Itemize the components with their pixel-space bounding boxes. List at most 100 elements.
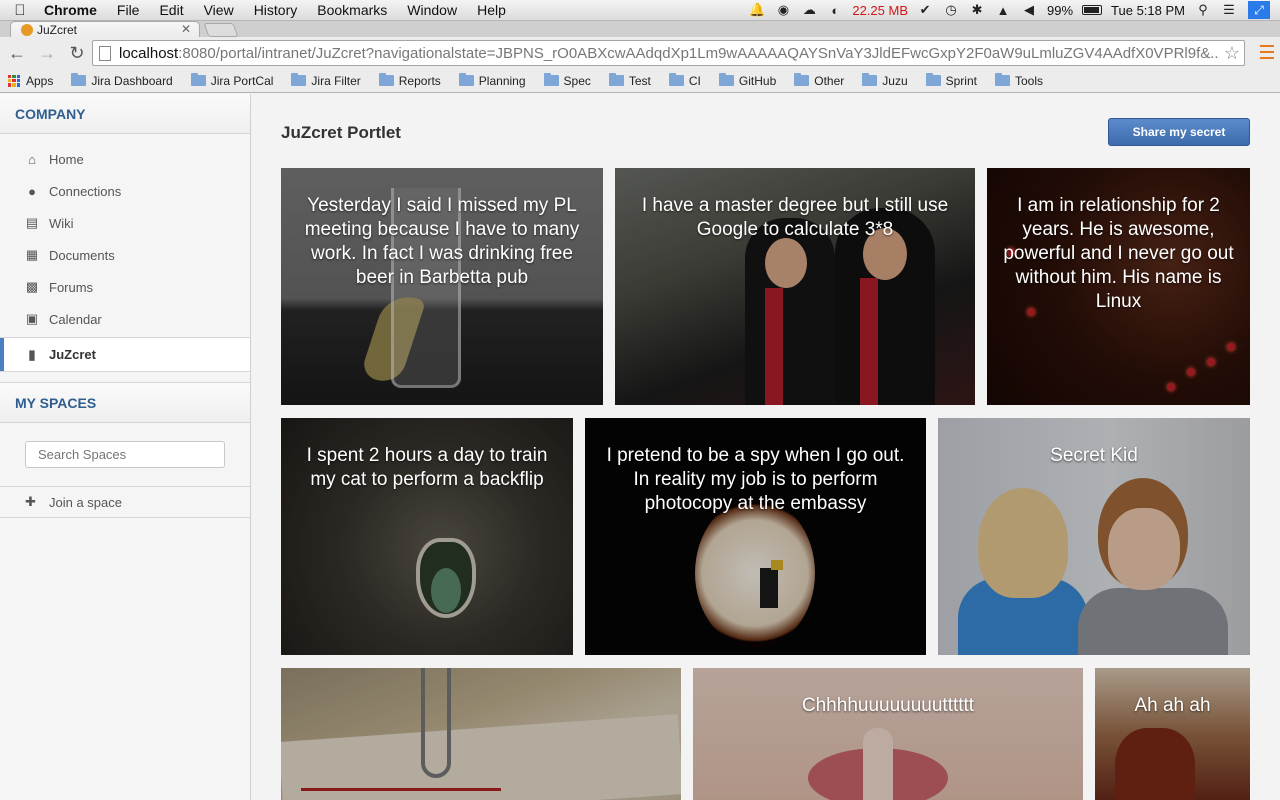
bluetooth-icon[interactable]: ✱ bbox=[969, 2, 985, 17]
folder-icon bbox=[994, 73, 1010, 86]
secret-text: I pretend to be a spy when I go out. In … bbox=[606, 445, 905, 514]
bookmark-folder[interactable]: Planning bbox=[458, 73, 526, 88]
menu-app[interactable]: Chrome bbox=[40, 2, 107, 18]
secret-card[interactable]: Ah ah ah bbox=[1095, 668, 1250, 800]
secret-card[interactable]: I pretend to be a spy when I go out. In … bbox=[585, 418, 926, 655]
skype-icon[interactable]: ◉ bbox=[775, 2, 791, 17]
new-tab-button[interactable] bbox=[203, 23, 239, 37]
chrome-menu-icon[interactable] bbox=[1260, 45, 1274, 59]
secret-text: I spent 2 hours a day to train my cat to… bbox=[306, 445, 548, 490]
address-bar[interactable]: localhost:8080/portal/intranet/JuZcret?n… bbox=[92, 40, 1245, 66]
secret-card[interactable]: I am in relationship for 2 years. He is … bbox=[987, 168, 1250, 405]
secret-card[interactable]: I spent 2 hours a day to train my cat to… bbox=[281, 418, 573, 655]
bookmark-folder[interactable]: Jira Filter bbox=[291, 73, 361, 88]
secret-text: Secret Kid bbox=[1050, 445, 1138, 466]
reload-icon[interactable]: ↻ bbox=[64, 40, 90, 66]
bookmark-folder[interactable]: Sprint bbox=[925, 73, 977, 88]
folder-icon bbox=[925, 73, 941, 86]
bookmark-folder[interactable]: Test bbox=[608, 73, 651, 88]
page-title: JuZcret Portlet bbox=[281, 123, 401, 142]
spotlight-icon[interactable]: ⚲ bbox=[1195, 2, 1211, 17]
folder-icon bbox=[190, 73, 206, 86]
check-icon[interactable]: ✔ bbox=[917, 2, 933, 17]
bookmark-folder[interactable]: Jira PortCal bbox=[190, 73, 273, 88]
menu-history[interactable]: History bbox=[244, 2, 308, 18]
secret-text: Yesterday I said I missed my PL meeting … bbox=[304, 195, 580, 288]
folder-icon bbox=[71, 73, 87, 86]
join-space-label: Join a space bbox=[49, 494, 122, 510]
secret-card[interactable]: Chhhhuuuuuuuutttttt bbox=[693, 668, 1083, 800]
menu-bookmarks[interactable]: Bookmarks bbox=[307, 2, 397, 18]
apple-icon[interactable]:  bbox=[0, 2, 40, 19]
folder-icon bbox=[608, 73, 624, 86]
memory-readout[interactable]: 22.25 MB bbox=[852, 3, 908, 18]
menu-help[interactable]: Help bbox=[467, 2, 516, 18]
secret-text: I am in relationship for 2 years. He is … bbox=[1003, 195, 1234, 312]
bell-icon[interactable]: 🔔 bbox=[749, 2, 765, 17]
wifi-icon[interactable]: ▲ bbox=[995, 3, 1011, 18]
menu-view[interactable]: View bbox=[194, 2, 244, 18]
tab-strip: JuZcret ✕ bbox=[0, 21, 1280, 37]
folder-icon bbox=[458, 73, 474, 86]
volume-icon[interactable]: ◀ bbox=[1021, 2, 1037, 17]
bookmark-folder[interactable]: Other bbox=[794, 73, 844, 88]
folder-icon bbox=[543, 73, 559, 86]
company-header: COMPANY bbox=[0, 94, 250, 134]
menu-window[interactable]: Window bbox=[397, 2, 467, 18]
speed-icon[interactable]: ◐ bbox=[827, 3, 843, 18]
my-spaces-header: MY SPACES bbox=[0, 383, 250, 423]
menu-file[interactable]: File bbox=[107, 2, 150, 18]
sidebar-item-documents[interactable]: ▦ Documents bbox=[0, 239, 250, 271]
document-icon: ▮ bbox=[28, 346, 36, 362]
forward-arrow-icon[interactable]: → bbox=[34, 40, 60, 66]
clock[interactable]: Tue 5:18 PM bbox=[1111, 3, 1185, 18]
secret-text: I have a master degree but I still use G… bbox=[641, 195, 949, 240]
sidebar-item-label: JuZcret bbox=[49, 347, 96, 362]
battery-percent[interactable]: 99% bbox=[1047, 3, 1073, 18]
bookmark-folder[interactable]: Tools bbox=[994, 73, 1043, 88]
folder-icon: ▦ bbox=[25, 247, 39, 262]
star-icon[interactable]: ☆ bbox=[1219, 43, 1240, 64]
sidebar-item-forums[interactable]: ▩ Forums bbox=[0, 271, 250, 303]
main-content: JuZcret Portlet Share my secret Yesterda… bbox=[251, 94, 1280, 800]
resize-icon[interactable]: ⤢ bbox=[1248, 1, 1270, 19]
sidebar-item-label: Calendar bbox=[49, 311, 102, 327]
book-icon: ▤ bbox=[25, 215, 39, 230]
close-icon[interactable]: ✕ bbox=[181, 22, 191, 36]
home-icon: ⌂ bbox=[28, 151, 36, 167]
list-icon[interactable]: ☰ bbox=[1221, 2, 1237, 17]
bookmark-apps[interactable]: Apps bbox=[8, 74, 53, 88]
os-menubar:  Chrome File Edit View History Bookmark… bbox=[0, 0, 1280, 21]
secret-card[interactable]: Yesterday I said I missed my PL meeting … bbox=[281, 168, 603, 405]
cloud-icon[interactable]: ☁ bbox=[801, 2, 817, 17]
browser-tab[interactable]: JuZcret ✕ bbox=[10, 21, 200, 37]
folder-icon bbox=[794, 73, 810, 86]
bookmark-folder[interactable]: Reports bbox=[378, 73, 441, 88]
menu-edit[interactable]: Edit bbox=[149, 2, 193, 18]
secret-card[interactable] bbox=[281, 668, 681, 800]
browser-toolbar: ← → ↻ localhost:8080/portal/intranet/JuZ… bbox=[0, 37, 1280, 69]
sidebar-item-connections[interactable]: ● Connections bbox=[0, 175, 250, 207]
sidebar-item-calendar[interactable]: ▣ Calendar bbox=[0, 303, 250, 335]
sidebar-item-wiki[interactable]: ▤ Wiki bbox=[0, 207, 250, 239]
back-arrow-icon[interactable]: ← bbox=[4, 40, 30, 66]
apps-grid-icon bbox=[8, 74, 20, 87]
bookmark-folder[interactable]: Juzu bbox=[862, 73, 908, 88]
url-host: localhost bbox=[119, 44, 179, 62]
bookmark-folder[interactable]: Jira Dashboard bbox=[71, 73, 173, 88]
share-secret-button[interactable]: Share my secret bbox=[1108, 118, 1250, 146]
search-spaces-input[interactable] bbox=[25, 441, 225, 468]
join-space-link[interactable]: ✚ Join a space bbox=[0, 487, 250, 518]
company-nav: ⌂ Home ● Connections ▤ Wiki ▦ Documents … bbox=[0, 134, 250, 382]
sidebar-item-home[interactable]: ⌂ Home bbox=[0, 143, 250, 175]
battery-icon[interactable] bbox=[1082, 5, 1103, 15]
sidebar-item-juzcret[interactable]: ▮ JuZcret bbox=[0, 337, 250, 372]
secret-card[interactable]: I have a master degree but I still use G… bbox=[615, 168, 975, 405]
secret-card[interactable]: Secret Kid bbox=[938, 418, 1250, 655]
sidebar-item-label: Connections bbox=[49, 183, 122, 199]
bookmark-folder[interactable]: Spec bbox=[543, 73, 591, 88]
bookmark-folder[interactable]: CI bbox=[668, 73, 701, 88]
sidebar-item-label: Wiki bbox=[49, 215, 74, 231]
bookmark-folder[interactable]: GitHub bbox=[718, 73, 776, 88]
time-machine-icon[interactable]: ◷ bbox=[943, 2, 959, 17]
